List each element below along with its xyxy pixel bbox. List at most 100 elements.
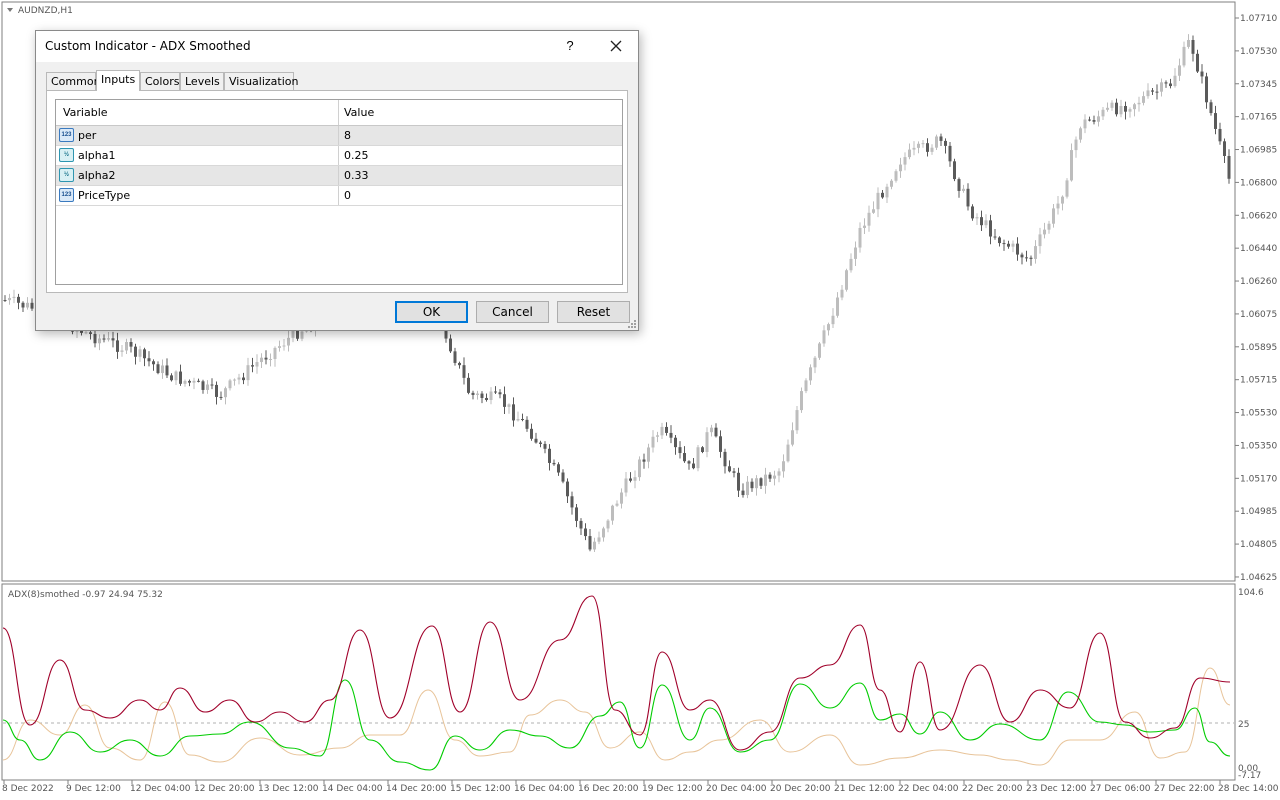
candle-body bbox=[566, 481, 569, 497]
candle-body bbox=[201, 381, 205, 390]
candle-body bbox=[881, 192, 884, 198]
time-label: 14 Dec 20:00 bbox=[386, 784, 447, 794]
candle-body bbox=[696, 447, 700, 469]
candle-body bbox=[1020, 254, 1024, 258]
candle-body bbox=[921, 143, 925, 145]
candle-body bbox=[1038, 234, 1042, 247]
candle-body bbox=[1196, 53, 1199, 72]
indicator-scale-label: -7.17 bbox=[1238, 771, 1261, 781]
table-row[interactable]: 123 per 8 bbox=[56, 126, 622, 146]
close-icon bbox=[610, 40, 622, 52]
variable-value[interactable]: 0.33 bbox=[344, 169, 369, 182]
candle-body bbox=[773, 475, 776, 479]
candle-body bbox=[737, 472, 740, 491]
candle-body bbox=[710, 427, 713, 433]
candle-body bbox=[975, 217, 979, 219]
candle-body bbox=[1052, 208, 1055, 224]
candle-body bbox=[615, 503, 619, 506]
variable-value[interactable]: 8 bbox=[344, 129, 351, 142]
reset-button[interactable]: Reset bbox=[557, 301, 630, 323]
price-label: 1.04805 bbox=[1240, 540, 1277, 550]
tab-inputs[interactable]: Inputs bbox=[96, 70, 140, 91]
price-label: 1.06620 bbox=[1240, 211, 1277, 221]
candle-body bbox=[93, 333, 97, 344]
candle-body bbox=[714, 427, 718, 437]
candle-body bbox=[1205, 76, 1208, 103]
candle-body bbox=[84, 332, 88, 334]
price-label: 1.05715 bbox=[1240, 376, 1277, 386]
dialog-titlebar[interactable]: Custom Indicator - ADX Smoothed ? bbox=[36, 31, 638, 62]
candle-body bbox=[111, 338, 115, 341]
candle-body bbox=[1191, 39, 1195, 54]
ok-button[interactable]: OK bbox=[395, 301, 468, 323]
candle-body bbox=[543, 443, 547, 449]
double-type-icon: ½ bbox=[59, 168, 74, 182]
variable-value[interactable]: 0.25 bbox=[344, 149, 369, 162]
candle-body bbox=[611, 505, 614, 521]
candle-body bbox=[1097, 116, 1100, 122]
resize-grip-icon[interactable] bbox=[628, 320, 636, 328]
tab-colors[interactable]: Colors bbox=[140, 72, 180, 90]
candle-body bbox=[1074, 139, 1078, 151]
candle-body bbox=[530, 428, 533, 439]
candle-body bbox=[899, 164, 902, 172]
candle-body bbox=[30, 302, 34, 309]
help-button[interactable]: ? bbox=[558, 35, 582, 57]
price-label: 1.07165 bbox=[1240, 113, 1277, 123]
candle-body bbox=[1043, 229, 1046, 235]
candle-body bbox=[539, 442, 542, 444]
candle-body bbox=[237, 377, 241, 380]
time-label: 16 Dec 04:00 bbox=[514, 784, 575, 794]
candle-body bbox=[8, 297, 11, 301]
candle-body bbox=[1065, 180, 1069, 197]
candle-body bbox=[1101, 109, 1105, 117]
candle-body bbox=[903, 157, 907, 165]
table-row[interactable]: ½ alpha2 0.33 bbox=[56, 166, 622, 186]
candle-body bbox=[768, 474, 772, 479]
candle-body bbox=[516, 418, 520, 421]
candle-body bbox=[561, 472, 565, 482]
candle-body bbox=[206, 384, 209, 390]
time-label: 20 Dec 20:00 bbox=[770, 784, 831, 794]
candle-body bbox=[1124, 105, 1127, 112]
candle-body bbox=[867, 212, 871, 226]
candle-body bbox=[1092, 120, 1096, 122]
candle-body bbox=[944, 140, 947, 146]
tab-visualization[interactable]: Visualization bbox=[224, 72, 298, 90]
candle-body bbox=[1142, 96, 1145, 103]
column-variable[interactable]: Variable bbox=[63, 106, 108, 119]
candle-body bbox=[89, 332, 92, 334]
candle-body bbox=[993, 236, 997, 238]
candle-body bbox=[521, 418, 524, 420]
candle-body bbox=[660, 426, 664, 436]
time-label: 8 Dec 2022 bbox=[2, 784, 54, 794]
candle-body bbox=[1200, 71, 1204, 77]
candle-body bbox=[687, 461, 691, 464]
table-row[interactable]: ½ alpha1 0.25 bbox=[56, 146, 622, 166]
candle-body bbox=[116, 340, 119, 352]
price-label: 1.05350 bbox=[1240, 441, 1277, 451]
candle-body bbox=[1047, 223, 1051, 230]
cancel-button[interactable]: Cancel bbox=[476, 301, 549, 323]
candle-body bbox=[129, 342, 133, 347]
candle-body bbox=[809, 367, 812, 381]
time-label: 9 Dec 12:00 bbox=[66, 784, 121, 794]
table-row[interactable]: 123 PriceType 0 bbox=[56, 186, 622, 206]
tab-levels[interactable]: Levels bbox=[180, 72, 224, 90]
candle-body bbox=[287, 337, 290, 346]
column-value[interactable]: Value bbox=[344, 106, 374, 119]
candle-body bbox=[908, 149, 911, 158]
candle-body bbox=[674, 437, 677, 448]
candle-body bbox=[998, 237, 1001, 244]
candle-body bbox=[759, 478, 763, 486]
variable-value[interactable]: 0 bbox=[344, 189, 351, 202]
close-button[interactable] bbox=[602, 35, 630, 57]
candle-body bbox=[858, 227, 862, 248]
candle-body bbox=[98, 338, 101, 344]
candle-body bbox=[957, 179, 961, 191]
candle-body bbox=[935, 136, 938, 148]
candle-body bbox=[21, 302, 25, 308]
tab-common[interactable]: Common bbox=[46, 72, 101, 90]
candle-body bbox=[1178, 65, 1181, 76]
candle-body bbox=[642, 459, 646, 462]
